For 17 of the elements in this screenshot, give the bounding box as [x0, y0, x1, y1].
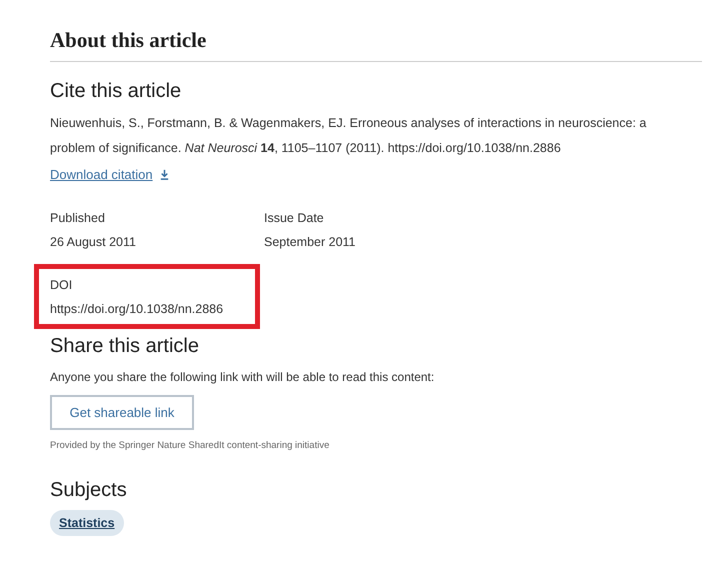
download-citation-link[interactable]: Download citation — [50, 167, 170, 182]
detail-label: Published — [50, 210, 106, 227]
detail-value: https://doi.org/10.1038/nn.2886 — [50, 301, 224, 318]
get-link-button[interactable]: Get shareable link — [50, 395, 194, 430]
detail-label: DOI — [50, 277, 74, 294]
detail-label: Issue Date — [264, 210, 325, 227]
citation-text: Nieuwenhuis, S., Forstmann, B. & Wagenmakers, EJ. Erroneous analyses of interactions in neuroscience: a problem of significance. Nat Neurosci 14, 1105–1107 (2011). https://doi.org/10.1038/nn.2886 — [50, 115, 648, 157]
share-description: Anyone you share the following link with will be able to read this content: — [50, 370, 436, 384]
detail-value: 26 August 2011 — [50, 234, 137, 251]
section-heading: Share this article — [50, 335, 200, 358]
subject-tag[interactable]: Statistics — [50, 510, 124, 536]
section-heading: Subjects — [50, 479, 128, 502]
provider-note: Provided by the Springer Nature SharedIt content-sharing initiative — [50, 440, 330, 451]
section-heading: Cite this article — [50, 80, 182, 103]
detail-value: September 2011 — [264, 234, 356, 251]
page-heading: About this article — [50, 28, 702, 62]
download-icon — [158, 169, 170, 180]
